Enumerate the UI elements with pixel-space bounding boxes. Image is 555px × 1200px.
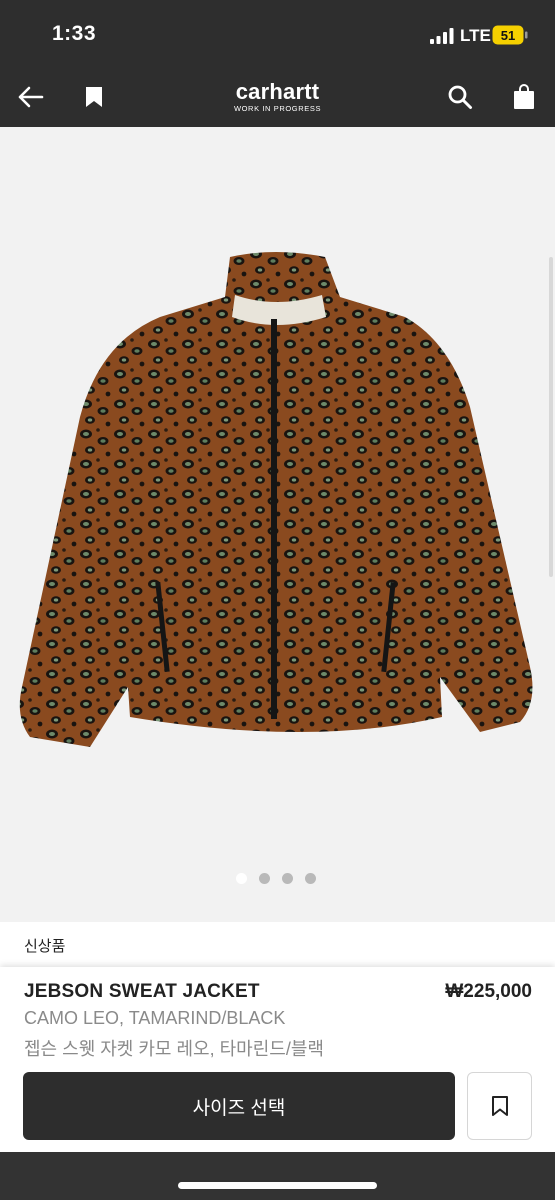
bookmark-button[interactable] — [80, 82, 108, 112]
brand-logo[interactable]: carhartt WORK IN PROGRESS — [205, 80, 350, 120]
pagination-dot-1[interactable] — [236, 873, 247, 884]
status-time: 1:33 — [52, 22, 97, 45]
signal-icon — [430, 28, 454, 44]
pagination-dot-3[interactable] — [282, 873, 293, 884]
home-indicator-bar — [0, 1152, 555, 1200]
bookmark-icon — [86, 87, 102, 107]
search-button[interactable] — [443, 80, 477, 114]
product-image-gallery[interactable] — [0, 127, 555, 922]
product-name: JEBSON SWEAT JACKET — [24, 981, 260, 1002]
back-button[interactable] — [14, 82, 48, 112]
bookmark-outline-icon — [491, 1096, 508, 1116]
search-icon — [448, 85, 472, 109]
wishlist-button[interactable] — [467, 1072, 532, 1140]
select-size-button[interactable]: 사이즈 선택 — [23, 1072, 455, 1140]
product-color: CAMO LEO, TAMARIND/BLACK — [24, 1008, 286, 1028]
scrollbar[interactable] — [549, 257, 553, 577]
home-indicator[interactable] — [178, 1182, 377, 1189]
new-arrival-badge: 신상품 — [24, 938, 66, 955]
app-header: 1:33 LTE 51 carhartt WORK IN PROGRESS — [0, 0, 555, 127]
product-price: ₩225,000 — [445, 981, 532, 1002]
product-korean-name: 젭슨 스웻 자켓 카모 레오, 타마린드/블랙 — [24, 1039, 324, 1059]
arrow-left-icon — [18, 86, 44, 108]
pagination-dot-2[interactable] — [259, 873, 270, 884]
shopping-bag-icon — [514, 84, 534, 109]
network-type: LTE — [460, 26, 491, 45]
status-bar: 1:33 LTE 51 — [0, 0, 555, 70]
nav-bar: carhartt WORK IN PROGRESS — [0, 70, 555, 127]
product-image — [19, 252, 533, 747]
gallery-pagination — [236, 873, 316, 884]
cart-button[interactable] — [509, 80, 539, 114]
battery-icon: 51 — [492, 25, 528, 45]
pagination-dot-4[interactable] — [305, 873, 316, 884]
brand-subtitle: WORK IN PROGRESS — [233, 104, 322, 113]
brand-name: carhartt — [235, 79, 320, 104]
battery-level: 51 — [501, 28, 515, 43]
